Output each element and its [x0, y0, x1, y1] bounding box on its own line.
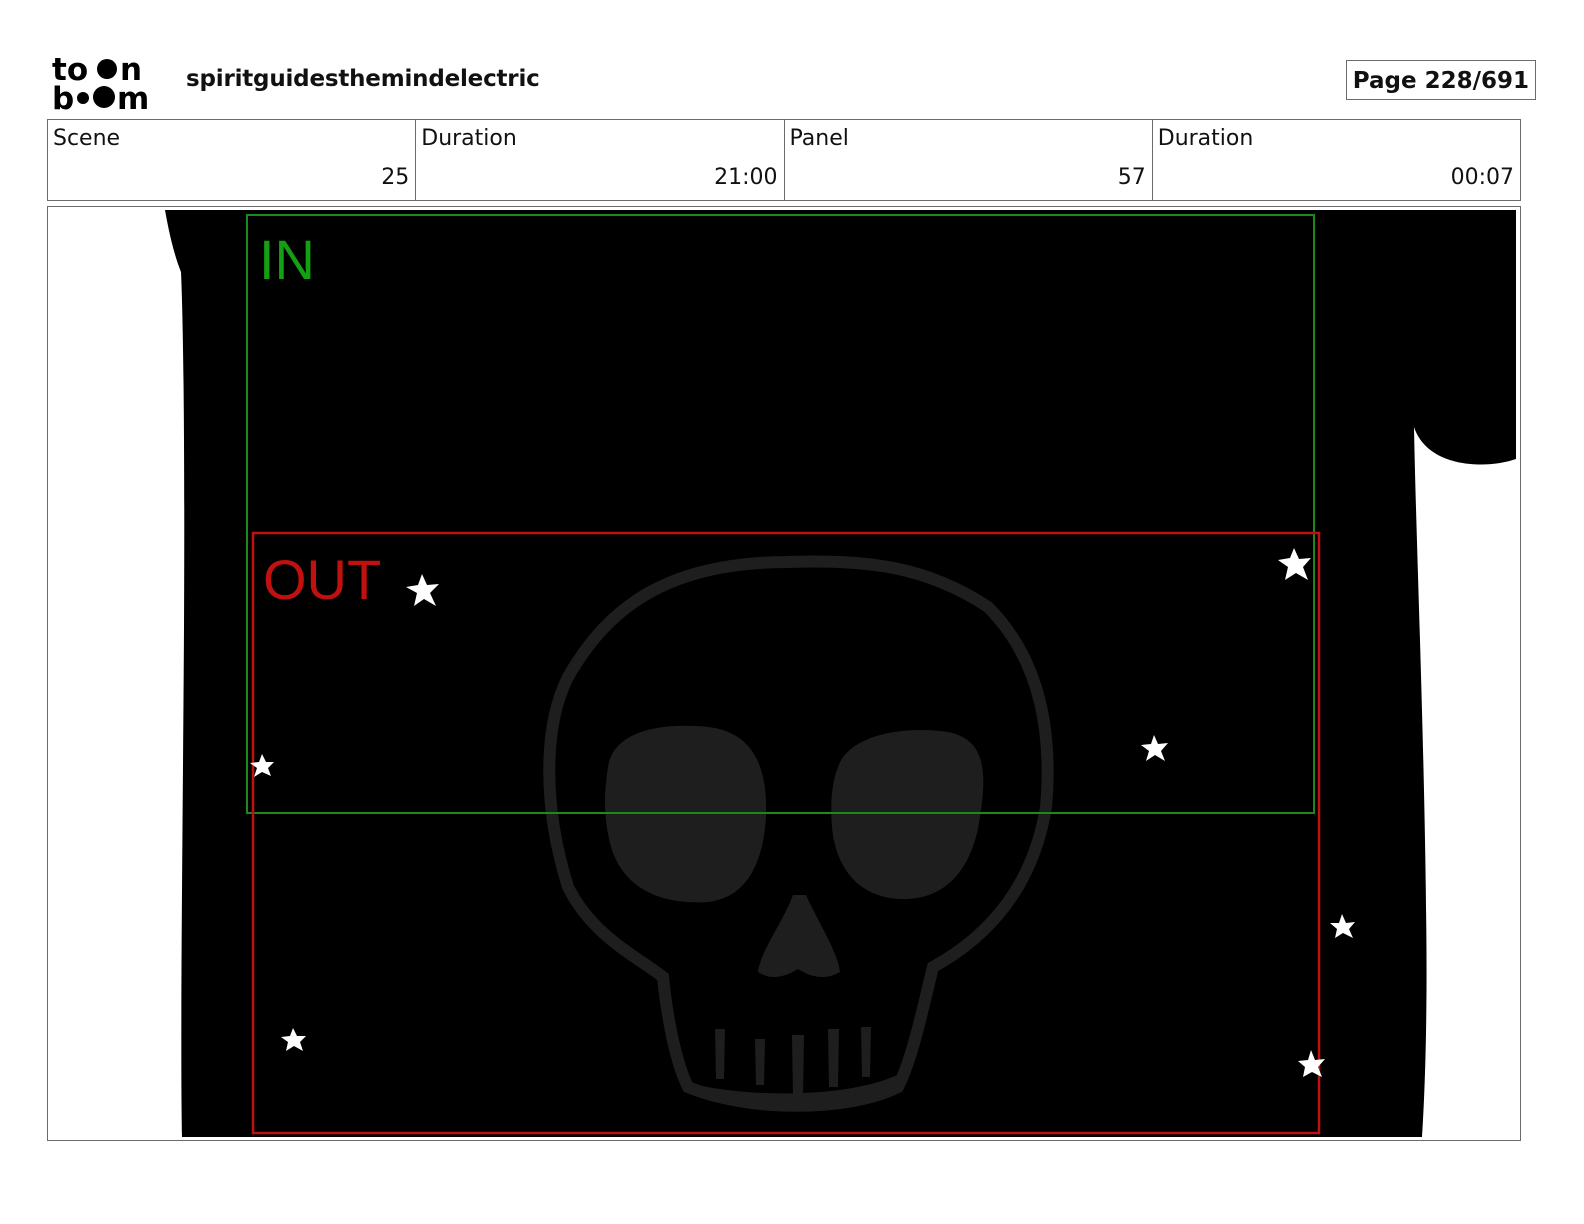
logo-text-bottom: b: [52, 81, 74, 112]
panel-cell: Panel 57: [783, 120, 1152, 200]
scene-duration-value: 21:00: [714, 165, 778, 190]
scene-duration-cell: Duration 21:00: [415, 120, 783, 200]
storyboard-panel: IN OUT: [47, 206, 1521, 1141]
scene-cell: Scene 25: [48, 120, 415, 200]
panel-label: Panel: [789, 126, 849, 151]
tooth: [792, 1035, 804, 1097]
page-indicator: Page 228/691: [1345, 60, 1536, 100]
logo-dot-small: [77, 92, 89, 104]
panel-drawing: IN OUT: [165, 210, 1516, 1137]
panel-duration-cell: Duration 00:07: [1151, 120, 1520, 200]
scene-duration-label: Duration: [421, 126, 517, 151]
scene-value: 25: [381, 165, 410, 190]
left-eye-socket: [604, 725, 767, 903]
panel-duration-label: Duration: [1157, 126, 1254, 151]
scene-label: Scene: [53, 126, 121, 151]
in-label: IN: [259, 228, 315, 291]
tooth: [861, 1027, 871, 1077]
panel-value: 57: [1117, 165, 1146, 190]
logo-dot: [97, 59, 117, 79]
panel-duration-value: 00:07: [1450, 165, 1514, 190]
project-title: spiritguidesthemindelectric: [186, 66, 540, 92]
out-label: OUT: [263, 548, 381, 611]
logo-dot-large: [93, 86, 115, 108]
scene-info-table: Scene 25 Duration 21:00 Panel 57 Duratio…: [47, 119, 1521, 201]
toon-boom-logo: to n b m: [52, 52, 149, 112]
tooth: [828, 1029, 839, 1087]
logo-text-bottom-end: m: [117, 81, 149, 112]
tooth: [715, 1029, 725, 1079]
storyboard-header: to n b m spiritguidesthemindelectric Pag…: [48, 44, 1540, 114]
tooth: [755, 1039, 765, 1085]
